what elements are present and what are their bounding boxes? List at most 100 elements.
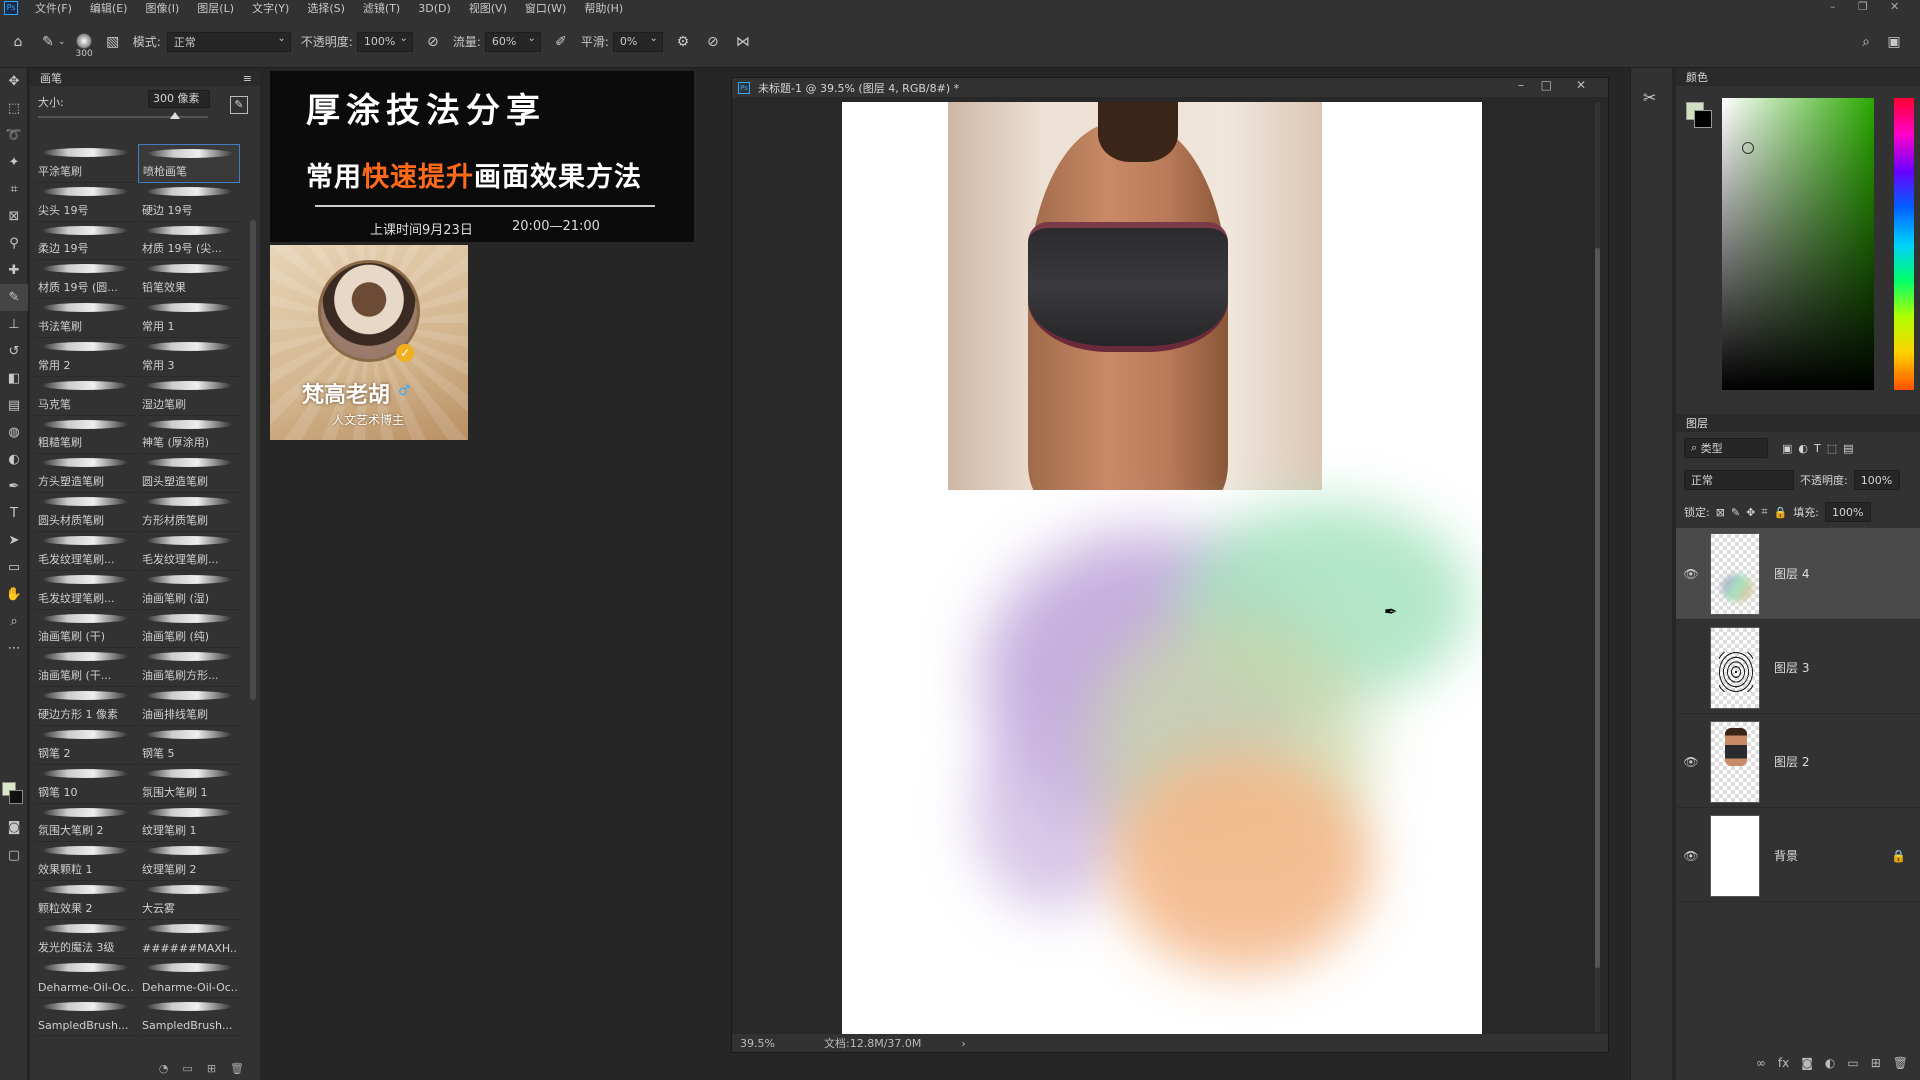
brush-preset[interactable]: 书法笔刷 [34,299,136,338]
brush-preset[interactable]: 钢笔 5 [138,726,240,765]
menu-window[interactable]: 窗口(W) [516,0,575,16]
eye-icon[interactable]: 👁 [1676,567,1706,581]
brush-preset[interactable]: 常用 3 [138,338,240,377]
canvas[interactable] [842,102,1482,1037]
layer-row[interactable]: 图层 3 [1676,622,1920,714]
eraser-tool-icon[interactable]: ◧ [0,365,28,392]
lock-all-icon[interactable]: 🔒 [1774,506,1788,519]
filter-type-icon[interactable]: T [1814,442,1821,455]
brush-tool-icon[interactable]: ✎ [38,32,58,52]
brush-preset[interactable]: 方头塑造笔刷 [34,454,136,494]
airbrush-icon[interactable]: ✐ [551,32,571,52]
brush-preset[interactable]: 钢笔 10 [34,765,136,804]
new-layer-icon[interactable]: ⊞ [1871,1056,1881,1076]
layer-opacity-input[interactable]: 100% [1853,470,1900,490]
menu-select[interactable]: 选择(S) [298,0,354,16]
filter-adjustment-icon[interactable]: ◐ [1798,442,1808,455]
brush-preset[interactable]: 氛围大笔刷 1 [138,765,240,804]
brush-preset[interactable]: 马克笔 [34,377,136,416]
layer-row[interactable]: 👁 图层 4 [1676,528,1920,620]
filter-smart-object-icon[interactable]: ▤ [1843,442,1853,455]
flow-input[interactable]: 60% [484,31,541,52]
symmetry-icon[interactable]: ⋈ [733,32,753,52]
brush-preset[interactable]: 钢笔 2 [34,726,136,765]
workspace-icon[interactable]: ▣ [1884,32,1904,52]
brush-preset[interactable]: 常用 1 [138,299,240,338]
minimize-icon[interactable]: – [1830,0,1836,13]
brush-preset[interactable]: 神笔 (厚涂用) [138,416,240,455]
brush-preset[interactable]: 油画笔刷方形... [138,648,240,688]
eye-hidden-icon[interactable] [1676,661,1706,675]
type-tool-icon[interactable]: T [0,500,28,527]
panel-menu-icon[interactable]: ≡ [243,72,252,85]
brush-preset[interactable]: SampledBrush... [34,998,136,1037]
hue-slider[interactable] [1894,98,1914,390]
brush-preset[interactable]: 大云雾 [138,881,240,920]
gradient-tool-icon[interactable]: ▤ [0,392,28,419]
brush-preset[interactable]: 尖头 19号 [34,183,136,222]
rectangle-tool-icon[interactable]: ▭ [0,554,28,581]
gear-icon[interactable]: ⚙ [673,32,693,52]
menu-file[interactable]: 文件(F) [26,0,81,16]
brush-preset[interactable]: 纹理笔刷 1 [138,804,240,843]
lasso-tool-icon[interactable]: ➰ [0,122,28,149]
adjustment-layer-icon[interactable]: ◐ [1825,1056,1835,1076]
menu-3d[interactable]: 3D(D) [409,2,460,15]
brush-preview-icon[interactable]: ◔ [159,1062,169,1075]
brush-preset[interactable]: 硬边 19号 [138,183,240,222]
brush-size-slider-thumb[interactable] [170,112,180,119]
color-picker-field[interactable] [1722,98,1874,390]
move-tool-icon[interactable]: ✥ [0,68,28,95]
brush-preset[interactable]: 材质 19号 (尖... [138,222,240,261]
brush-edit-icon[interactable]: ✎ [230,96,248,114]
magic-wand-tool-icon[interactable]: ✦ [0,149,28,176]
tool-presets-icon[interactable]: ✂ [1643,88,1672,107]
brush-preset[interactable]: 效果颗粒 1 [34,842,136,882]
screen-mode-icon[interactable]: ▢ [0,842,28,869]
brush-preset[interactable]: 圆头塑造笔刷 [138,454,240,494]
brush-preset[interactable]: 平涂笔刷 [34,144,136,183]
brush-preset-picker[interactable]: 300 [76,32,93,59]
lock-transparent-icon[interactable]: ⊠ [1716,506,1725,519]
brush-size-input[interactable]: 300 像素 [148,90,210,108]
new-group-icon[interactable]: ▭ [182,1062,192,1075]
brush-preset[interactable]: 铅笔效果 [138,260,240,300]
brush-preset[interactable]: 毛发纹理笔刷... [34,571,136,610]
new-group-icon[interactable]: ▭ [1847,1056,1858,1076]
brush-preset[interactable]: 柔边 19号 [34,222,136,261]
status-chevron-icon[interactable]: › [961,1037,965,1050]
home-icon[interactable]: ⌂ [8,32,28,52]
opacity-input[interactable]: 100% [356,31,413,52]
crop-tool-icon[interactable]: ⌗ [0,176,28,203]
blur-tool-icon[interactable]: ◍ [0,419,28,446]
brush-preset[interactable]: 硬边方形 1 像素 [34,687,136,726]
menu-edit[interactable]: 编辑(E) [81,0,137,16]
maximize-icon[interactable]: ❐ [1858,0,1868,13]
menu-filter[interactable]: 滤镜(T) [354,0,409,16]
background-color-swatch[interactable] [9,790,23,804]
zoom-tool-icon[interactable]: ⌕ [0,608,28,635]
brush-preset[interactable]: 材质 19号 (圆... [34,260,136,300]
brush-settings-icon[interactable]: ▧ [103,32,123,52]
brush-preset[interactable]: 毛发纹理笔刷... [138,532,240,571]
brush-preset[interactable]: ######MAXH... [138,920,240,959]
background-color-chip[interactable] [1694,110,1712,128]
close-icon[interactable]: ✕ [1890,0,1899,13]
brush-preset[interactable]: 油画笔刷 (湿) [138,571,240,610]
layer-row[interactable]: 👁 背景 🔒 [1676,810,1920,902]
menu-layer[interactable]: 图层(L) [188,0,243,16]
more-tools-icon[interactable]: ⋯ [0,635,28,662]
pen-tool-icon[interactable]: ✒ [0,473,28,500]
link-layers-icon[interactable]: ∞ [1756,1056,1766,1076]
document-tab[interactable]: Ps 未标题-1 @ 39.5% (图层 4, RGB/8#) * – □ ✕ [732,78,1608,97]
menu-type[interactable]: 文字(Y) [243,0,298,16]
eye-icon[interactable]: 👁 [1676,849,1706,863]
brush-preset[interactable]: SampledBrush... [138,998,240,1037]
color-picker-ring[interactable] [1742,142,1754,154]
brush-preset[interactable]: 颗粒效果 2 [34,881,136,920]
mode-select[interactable]: 正常 [166,31,291,52]
brush-preset[interactable]: 圆头材质笔刷 [34,493,136,532]
marquee-tool-icon[interactable]: ⬚ [0,95,28,122]
brush-preset[interactable]: 发光的魔法 3级 [34,920,136,959]
eye-icon[interactable]: 👁 [1676,755,1706,769]
